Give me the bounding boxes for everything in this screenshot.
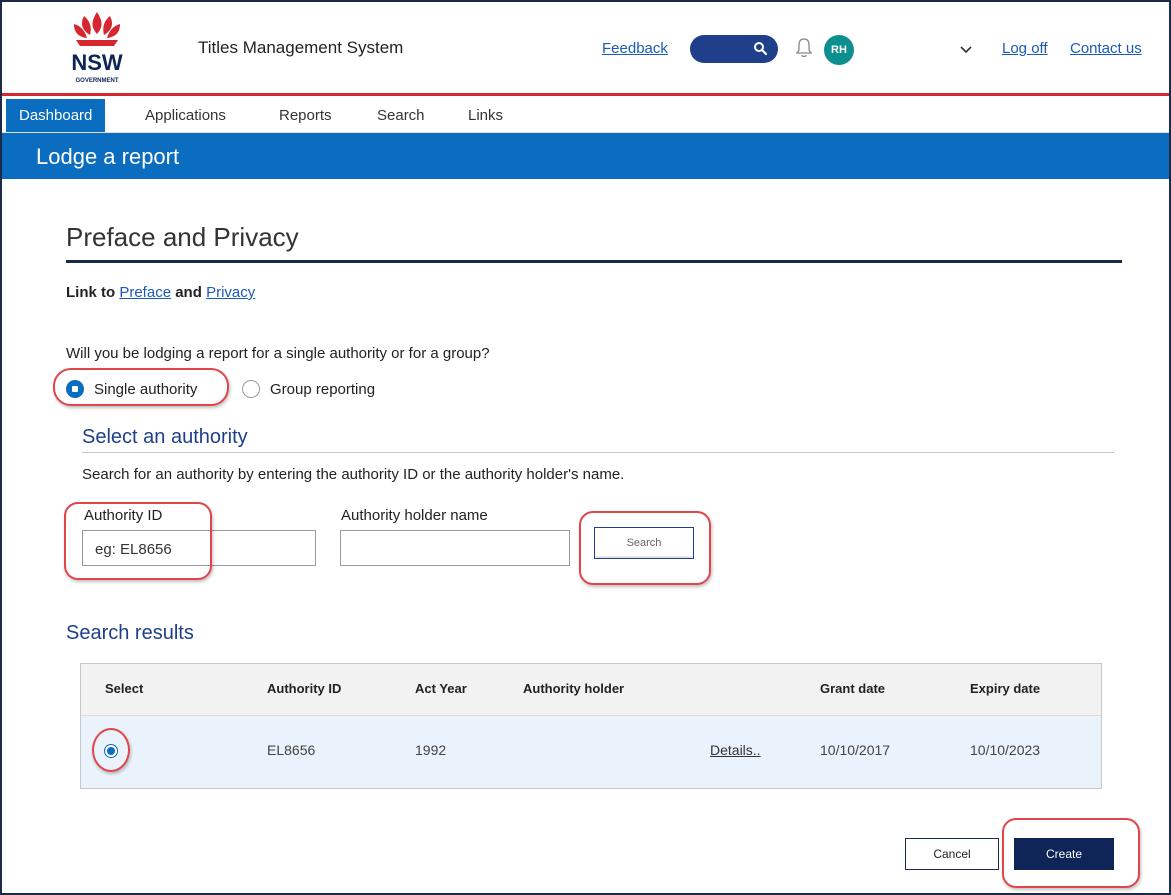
page-banner: Lodge a report [2,133,1169,179]
radio-single-authority[interactable]: Single authority [66,378,197,400]
link-prefix: Link to [66,284,116,301]
main-nav: Dashboard Applications Reports Search Li… [2,99,1169,133]
nav-reports[interactable]: Reports [279,99,332,132]
cell-grant-date: 10/10/2017 [820,742,891,758]
col-expiry-date: Expiry date [970,681,1041,696]
authority-id-label: Authority ID [84,507,163,524]
preface-links: Link to Preface and Privacy [66,284,255,301]
search-icon [754,42,767,55]
authority-id-input[interactable]: eg: EL8656 [82,530,316,566]
and-text: and [175,284,202,301]
radio-unselected-icon[interactable] [242,380,260,398]
preface-heading: Preface and Privacy [66,222,299,252]
nav-links[interactable]: Links [468,99,503,132]
radio-group-reporting[interactable]: Group reporting [242,378,375,400]
nav-dashboard[interactable]: Dashboard [6,99,106,132]
results-table: Select Authority ID Act Year Authority h… [80,663,1102,789]
logoff-link[interactable]: Log off [1002,40,1048,57]
col-authority-holder: Authority holder [523,681,625,696]
col-act-year: Act Year [415,681,467,696]
col-authority-id: Authority ID [267,681,342,696]
holder-name-label: Authority holder name [341,507,488,524]
app-title: Titles Management System [198,38,404,57]
col-grant-date: Grant date [820,681,886,696]
chevron-down-icon[interactable] [958,40,974,58]
cell-act-year: 1992 [415,742,447,758]
col-select: Select [105,681,144,696]
radio-label: Group reporting [270,380,376,398]
search-hint: Search for an authority by entering the … [82,466,625,483]
radio-selected-icon[interactable] [66,380,84,398]
logo-subtext: GOVERNMENT [75,78,118,84]
radio-label: Single authority [94,380,198,398]
create-button[interactable]: Create [1014,838,1114,870]
contact-us-link[interactable]: Contact us [1070,40,1142,57]
details-link[interactable]: Details.. [710,742,761,758]
table-header: Select Authority ID Act Year Authority h… [81,664,1101,716]
nav-search[interactable]: Search [377,99,425,132]
logo-text: NSW [71,50,123,75]
bell-icon[interactable] [794,36,814,60]
nsw-government-logo[interactable]: NSW GOVERNMENT [52,10,142,88]
user-avatar[interactable]: RH [824,35,854,65]
select-authority-heading: Select an authority [82,426,248,448]
search-button[interactable]: Search [594,527,694,559]
global-search-button[interactable] [690,35,778,63]
holder-name-input[interactable] [340,530,570,566]
reporting-question: Will you be lodging a report for a singl… [66,345,490,362]
feedback-link[interactable]: Feedback [602,40,668,57]
page-title: Lodge a report [36,144,180,169]
nav-applications[interactable]: Applications [145,99,226,132]
divider [66,260,1122,263]
cancel-button[interactable]: Cancel [905,838,999,870]
cell-expiry-date: 10/10/2023 [970,742,1041,758]
header: NSW GOVERNMENT Titles Management System … [2,2,1169,96]
row-select-radio[interactable] [105,745,117,757]
divider [82,452,1114,453]
search-results-heading: Search results [66,622,194,644]
table-row[interactable]: EL8656 1992 Details.. 10/10/2017 10/10/2… [81,716,1101,788]
cell-authority-id: EL8656 [267,742,316,758]
privacy-link[interactable]: Privacy [206,284,255,301]
preface-link[interactable]: Preface [119,284,171,301]
